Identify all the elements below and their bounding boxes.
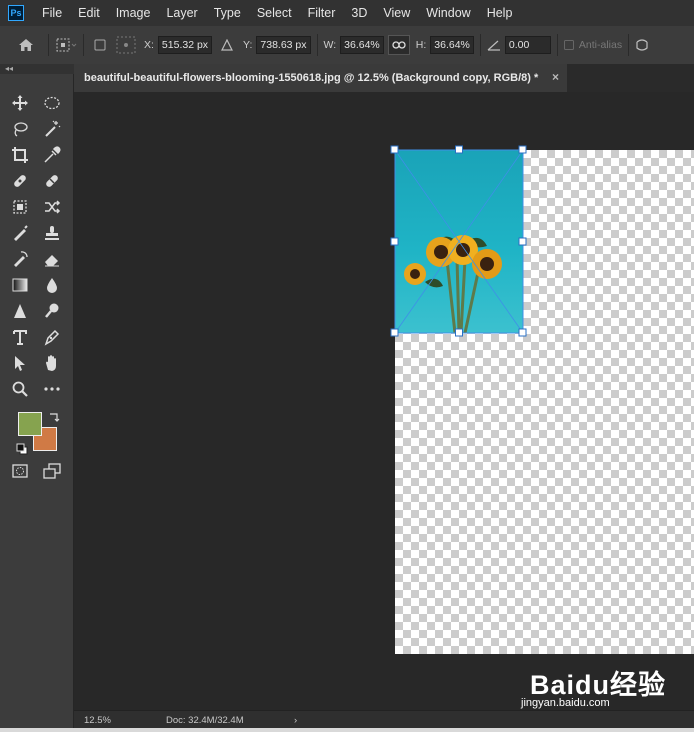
canvas-workspace[interactable] (74, 92, 694, 710)
antialias-label: Anti-alias (578, 39, 623, 51)
lasso-tool-icon[interactable] (8, 118, 32, 140)
quick-mask-icon[interactable] (8, 460, 32, 482)
photoshop-logo-icon: Ps (8, 5, 24, 21)
home-icon[interactable] (18, 38, 34, 52)
menu-filter[interactable]: Filter (300, 0, 344, 26)
y-position-field[interactable]: 738.63 px (256, 36, 311, 54)
tools-panel (0, 74, 74, 732)
pen-tool-icon[interactable] (40, 326, 64, 348)
hand-tool-icon[interactable] (40, 352, 64, 374)
options-bar: X: 515.32 px Y: 738.63 px W: 36.64% H: 3… (0, 26, 694, 65)
menu-file[interactable]: File (34, 0, 70, 26)
separator (83, 34, 84, 56)
menu-view[interactable]: View (375, 0, 418, 26)
document-tab-title: beautiful-beautiful-flowers-blooming-155… (84, 72, 539, 84)
x-label: X: (144, 39, 154, 51)
x-position-field[interactable]: 515.32 px (157, 36, 213, 54)
angle-icon (487, 39, 501, 51)
magic-wand-tool-icon[interactable] (40, 118, 64, 140)
separator (628, 34, 630, 56)
reference-grid-icon[interactable] (116, 36, 136, 54)
crop-tool-icon[interactable] (8, 144, 32, 166)
height-field[interactable]: 36.64% (430, 36, 474, 54)
separator (479, 34, 481, 56)
taskbar-edge (0, 728, 694, 732)
rotation-angle-field[interactable]: 0.00 (504, 36, 551, 54)
checkbox-icon[interactable] (94, 39, 106, 51)
blur-tool-icon[interactable] (40, 274, 64, 296)
separator (316, 34, 318, 56)
dodge-tool-icon[interactable] (40, 300, 64, 322)
brush-tool-icon[interactable] (8, 222, 32, 244)
clone-stamp-tool-icon[interactable] (40, 222, 64, 244)
menu-bar: Ps File Edit Image Layer Type Select Fil… (0, 0, 694, 26)
toolbar-collapse-handle[interactable]: ◂◂ (0, 64, 74, 74)
document-tab-bar: beautiful-beautiful-flowers-blooming-155… (74, 64, 694, 92)
gradient-tool-icon[interactable] (8, 274, 32, 296)
sunflower-4 (404, 263, 426, 285)
width-field[interactable]: 36.64% (340, 36, 384, 54)
warp-mode-icon[interactable] (635, 38, 649, 52)
zoom-tool-icon[interactable] (8, 378, 32, 400)
status-bar: 12.5% Doc: 32.4M/32.4M › (74, 710, 694, 729)
menu-edit[interactable]: Edit (70, 0, 108, 26)
link-icon[interactable] (387, 35, 410, 55)
path-selection-tool-icon[interactable] (8, 352, 32, 374)
content-aware-tool-icon[interactable] (8, 196, 32, 218)
menu-layer[interactable]: Layer (158, 0, 205, 26)
status-menu-arrow-icon[interactable]: › (294, 715, 297, 726)
delta-icon[interactable] (221, 39, 234, 51)
sunflower-photo-layer[interactable] (395, 150, 523, 333)
eraser-tool-icon[interactable] (40, 248, 64, 270)
spot-healing-tool-icon[interactable] (8, 170, 32, 192)
history-brush-tool-icon[interactable] (8, 248, 32, 270)
watermark-url: jingyan.baidu.com (521, 697, 610, 709)
swap-colors-icon[interactable] (48, 410, 60, 422)
screen-mode-icon[interactable] (40, 460, 64, 482)
sharpen-tool-icon[interactable] (8, 300, 32, 322)
more-tools-icon[interactable] (40, 378, 64, 400)
eyedropper-tool-icon[interactable] (40, 144, 64, 166)
menu-select[interactable]: Select (249, 0, 300, 26)
height-label: H: (415, 39, 427, 51)
foreground-color-swatch[interactable] (18, 412, 42, 436)
zoom-level[interactable]: 12.5% (84, 715, 144, 726)
shuffle-tool-icon[interactable] (40, 196, 64, 218)
separator (48, 34, 49, 56)
y-label: Y: (243, 39, 253, 51)
antialias-checkbox-icon[interactable] (563, 40, 574, 50)
menu-image[interactable]: Image (108, 0, 159, 26)
move-tool-icon[interactable] (8, 92, 32, 114)
sunflower-3 (472, 249, 502, 279)
document-size-info: Doc: 32.4M/32.4M (166, 714, 244, 726)
close-tab-icon[interactable]: × (552, 70, 559, 84)
menu-window[interactable]: Window (418, 0, 478, 26)
menu-3d[interactable]: 3D (343, 0, 375, 26)
menu-help[interactable]: Help (479, 0, 521, 26)
type-tool-icon[interactable] (8, 326, 32, 348)
width-label: W: (323, 39, 337, 51)
menu-type[interactable]: Type (206, 0, 249, 26)
marquee-tool-icon[interactable] (40, 92, 64, 114)
document-tab[interactable]: beautiful-beautiful-flowers-blooming-155… (74, 64, 567, 92)
reference-point-icon[interactable] (55, 37, 77, 53)
brush-bandage-tool-icon[interactable] (40, 170, 64, 192)
separator (556, 34, 558, 56)
default-colors-icon[interactable] (16, 442, 28, 455)
